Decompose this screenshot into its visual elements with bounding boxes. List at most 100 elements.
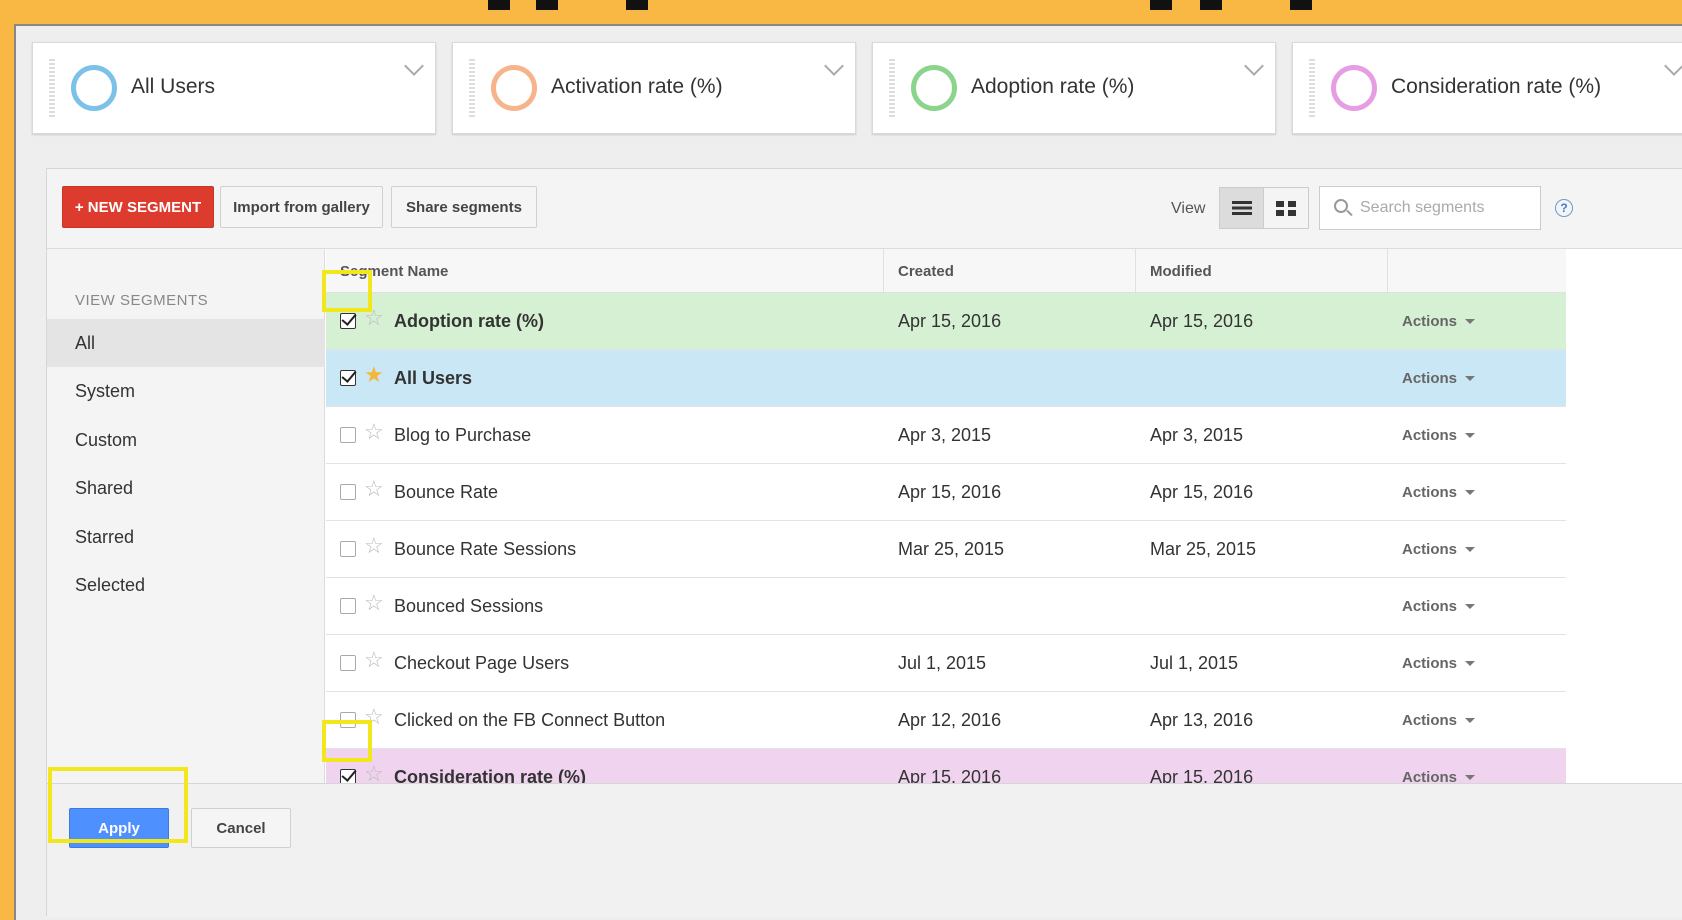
caret-down-icon — [1465, 661, 1476, 666]
actions-dropdown[interactable]: Actions — [1402, 655, 1476, 672]
drag-handle-icon[interactable] — [1309, 59, 1315, 119]
search-box — [1319, 186, 1541, 230]
segment-card[interactable]: Adoption rate (%) — [872, 42, 1276, 134]
created-date: Mar 25, 2015 — [898, 539, 1005, 559]
share-segments-button[interactable]: Share segments — [391, 186, 537, 228]
table-row[interactable]: ☆ Blog to Purchase Apr 3, 2015 Apr 3, 2015 A… — [326, 407, 1566, 464]
drag-handle-icon[interactable] — [469, 59, 475, 119]
row-checkbox[interactable] — [340, 655, 356, 671]
modified-date: Apr 13, 2016 — [1150, 710, 1254, 730]
actions-dropdown[interactable]: Actions — [1402, 427, 1476, 444]
sidebar-item-shared[interactable]: Shared — [47, 464, 325, 512]
star-icon[interactable]: ☆ — [364, 649, 384, 671]
star-icon[interactable]: ☆ — [364, 592, 384, 614]
segment-name[interactable]: Bounce Rate Sessions — [394, 539, 576, 560]
actions-dropdown[interactable]: Actions — [1402, 541, 1476, 558]
star-icon[interactable]: ☆ — [364, 421, 384, 443]
segment-ring-icon — [491, 65, 537, 111]
modified-date: Jul 1, 2015 — [1150, 653, 1239, 673]
segment-card[interactable]: Activation rate (%) — [452, 42, 856, 134]
apply-button[interactable]: Apply — [69, 808, 169, 848]
segment-name[interactable]: Bounced Sessions — [394, 596, 543, 617]
actions-dropdown[interactable]: Actions — [1402, 598, 1476, 615]
sidebar-item-custom[interactable]: Custom — [47, 416, 325, 464]
caret-down-icon — [1465, 319, 1476, 324]
star-icon[interactable]: ☆ — [364, 478, 384, 500]
column-header-created[interactable]: Created — [884, 249, 1136, 293]
segment-name[interactable]: Blog to Purchase — [394, 425, 531, 446]
actions-dropdown[interactable]: Actions — [1402, 712, 1476, 729]
segment-name[interactable]: Bounce Rate — [394, 482, 498, 503]
segment-card[interactable]: All Users — [32, 42, 436, 134]
chevron-down-icon[interactable] — [404, 56, 424, 76]
star-icon[interactable]: ☆ — [364, 307, 384, 329]
segments-table: Segment Name Created Modified ☆ Adoption … — [326, 249, 1566, 783]
segment-ring-icon — [1331, 65, 1377, 111]
chevron-down-icon[interactable] — [1244, 56, 1264, 76]
decoration — [536, 0, 558, 10]
segment-name[interactable]: Adoption rate (%) — [394, 311, 544, 332]
actions-label: Actions — [1402, 484, 1458, 501]
drag-handle-icon[interactable] — [889, 59, 895, 119]
actions-dropdown[interactable]: Actions — [1402, 484, 1476, 501]
row-checkbox[interactable] — [340, 712, 356, 728]
column-header-modified[interactable]: Modified — [1136, 249, 1388, 293]
row-checkbox[interactable] — [340, 427, 356, 443]
actions-dropdown[interactable]: Actions — [1402, 769, 1476, 783]
table-row[interactable]: ☆ Bounced Sessions Actions — [326, 578, 1566, 635]
actions-dropdown[interactable]: Actions — [1402, 313, 1476, 330]
star-icon[interactable]: ☆ — [364, 763, 384, 784]
sidebar-item-selected[interactable]: Selected — [47, 561, 325, 609]
caret-down-icon — [1465, 433, 1476, 438]
sidebar-item-all[interactable]: All — [47, 319, 325, 367]
table-row[interactable]: ☆ Adoption rate (%) Apr 15, 2016 Apr 15, 20… — [326, 293, 1566, 350]
caret-down-icon — [1465, 376, 1476, 381]
sidebar-item-starred[interactable]: Starred — [47, 513, 325, 561]
segment-name[interactable]: Consideration rate (%) — [394, 767, 586, 783]
table-row[interactable]: ☆ Bounce Rate Sessions Mar 25, 2015 Mar 25,… — [326, 521, 1566, 578]
drag-handle-icon[interactable] — [49, 59, 55, 119]
sidebar-heading: VIEW SEGMENTS — [75, 292, 209, 309]
segment-panel: + NEW SEGMENT Import from gallery Share … — [46, 168, 1682, 917]
table-row[interactable]: ☆ Clicked on the FB Connect Button Apr 12,… — [326, 692, 1566, 749]
star-icon[interactable]: ☆ — [364, 535, 384, 557]
row-checkbox[interactable] — [340, 370, 356, 386]
table-row[interactable]: ★ All Users Actions — [326, 350, 1566, 407]
view-segments-sidebar: VIEW SEGMENTS All System Custom Shared S… — [47, 249, 325, 783]
row-checkbox[interactable] — [340, 313, 356, 329]
segment-ring-icon — [911, 65, 957, 111]
table-row[interactable]: ☆ Consideration rate (%) Apr 15, 2016 Apr 1… — [326, 749, 1566, 783]
chevron-down-icon[interactable] — [824, 56, 844, 76]
star-icon[interactable]: ☆ — [364, 706, 384, 728]
modified-date: Apr 15, 2016 — [1150, 767, 1254, 783]
grid-view-button[interactable] — [1264, 188, 1308, 228]
search-input[interactable] — [1360, 195, 1530, 221]
table-row[interactable]: ☆ Checkout Page Users Jul 1, 2015 Jul 1, 20… — [326, 635, 1566, 692]
actions-label: Actions — [1402, 655, 1458, 672]
row-checkbox[interactable] — [340, 484, 356, 500]
row-checkbox[interactable] — [340, 769, 356, 783]
modified-date: Apr 15, 2016 — [1150, 482, 1254, 502]
sidebar-item-system[interactable]: System — [47, 367, 325, 415]
chevron-down-icon[interactable] — [1664, 56, 1682, 76]
column-header-segment-name[interactable]: Segment Name — [326, 249, 884, 293]
segment-name[interactable]: All Users — [394, 368, 472, 389]
modified-date: Mar 25, 2015 — [1150, 539, 1257, 559]
row-checkbox[interactable] — [340, 541, 356, 557]
segment-card[interactable]: Consideration rate (%) — [1292, 42, 1682, 134]
actions-dropdown[interactable]: Actions — [1402, 370, 1476, 387]
view-toggle — [1219, 187, 1309, 229]
actions-label: Actions — [1402, 712, 1458, 729]
new-segment-button[interactable]: + NEW SEGMENT — [62, 186, 214, 228]
star-icon[interactable]: ★ — [364, 364, 384, 386]
import-from-gallery-button[interactable]: Import from gallery — [220, 186, 383, 228]
cancel-button[interactable]: Cancel — [191, 808, 291, 848]
segment-name[interactable]: Clicked on the FB Connect Button — [394, 710, 665, 731]
table-row[interactable]: ☆ Bounce Rate Apr 15, 2016 Apr 15, 2016 Acti… — [326, 464, 1566, 521]
segment-ring-icon — [71, 65, 117, 111]
help-icon[interactable]: ? — [1555, 199, 1573, 217]
list-view-button[interactable] — [1220, 188, 1265, 228]
segment-name[interactable]: Checkout Page Users — [394, 653, 569, 674]
row-checkbox[interactable] — [340, 598, 356, 614]
actions-label: Actions — [1402, 598, 1458, 615]
